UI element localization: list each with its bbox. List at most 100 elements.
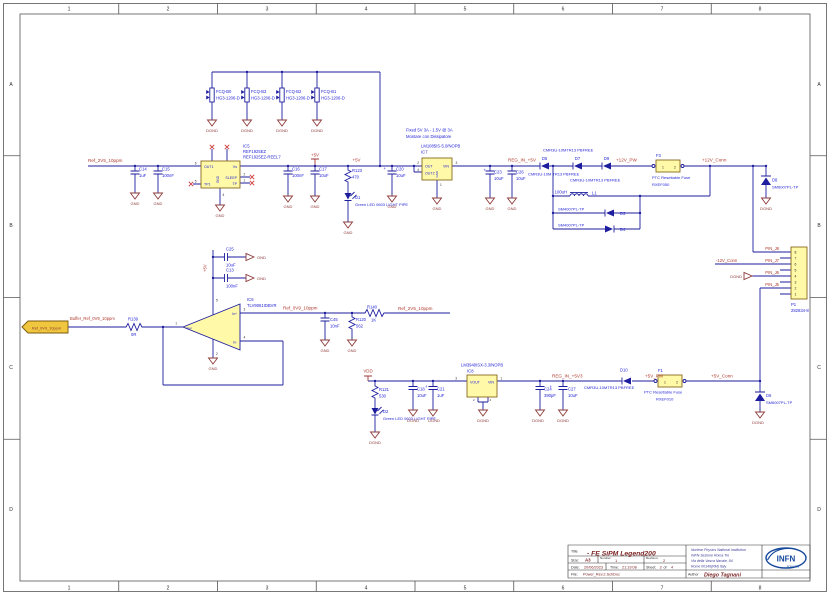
tb-number: 1 [615,558,618,563]
tb-file-label: File: [571,573,578,577]
c20-ref: C20 [396,167,404,172]
logo-infn-text: INFN [777,555,796,564]
net-ref2v5-left: Ref_2V5_10ppm [88,158,123,163]
p1-num-3: 3 [795,281,797,285]
d8-val: SM6007PL-TP [772,185,799,190]
net-12v-conn: +12V_Conn [702,158,727,163]
tb-date: 20/06/2023 [584,566,603,570]
d4-val: SM4007PL-TP [558,223,585,228]
net-buffer-ref: Buffer_Ref_0V9_10ppm [70,316,115,321]
resistors[interactable] [125,169,386,400]
c15-ref: C15 [162,167,170,172]
c14-ref: C14 [139,167,147,172]
gnd-c14: GND [131,201,140,206]
frame-row-right-c: C [817,365,821,371]
frame-row-right-b: B [817,223,821,229]
f3-num-1: 1 [662,165,664,169]
ic8-ref: IC8 [467,369,474,374]
ic7-pin-out: OUT [425,165,433,169]
c26-ref: C26 [516,170,524,175]
frame-col-top-6: 6 [562,7,565,13]
c17-val: 10uF [319,173,329,178]
net-pin-j5: PIN_J5 [765,282,779,287]
gnd-c16: GND [284,204,293,209]
tb-time-label: Time: [610,566,619,570]
ic7-num-3: 3 [456,161,458,165]
capacitors[interactable] [130,170,568,390]
sheet-border [3,3,827,592]
logo-infn-sub: ROMA TRE [787,566,800,569]
tb-org-2: INFN-Sezione Roma Tre [691,554,729,558]
tb-author-label: Author [688,573,699,577]
inductor-l1[interactable] [569,192,589,197]
c13-ref: C13 [226,268,234,273]
fb0-ref: FCQ-B0 [216,89,232,94]
ic7-pin-out2: OUT2 [425,172,435,176]
port-ref0v9: Ref_0V9_10ppm [32,325,61,330]
p1-num-8: 8 [795,251,797,255]
ic6-num-3: 3 [244,308,246,312]
connector-p1[interactable] [790,246,808,300]
net-5v-opamp: +5V [203,264,208,272]
frame-col-bot-5: 5 [464,586,467,592]
tb-revision: 2 [663,558,666,563]
frame-col-bot-7: 7 [661,586,664,592]
r123-val: 470 [352,175,360,180]
dgnd-fb0: DGND [206,128,218,133]
d10-ref: D10 [620,368,628,373]
fuse-f3[interactable] [651,159,685,173]
c24-val: 390pF [544,393,556,398]
tb-time: 21:19:08 [622,566,637,570]
frame-row-left-d: D [9,507,13,513]
cmr-d10: CMR3U-10MTR13 PBFREE [584,385,635,390]
d1-ref: D1 [355,195,361,200]
frame-row-right-d: D [817,507,821,513]
ic5-pin-gnd: GND [216,175,220,183]
frame-col-top-7: 7 [661,7,664,13]
ic7-val: LM1085IS-5.0/NOPB [421,144,461,149]
ic5-pin-vs: Vs [233,165,237,169]
d4-ref: D4 [620,227,626,232]
c27-plus: + [550,384,553,389]
f1-val1: PTC Resettable Fuse [644,390,683,395]
net-pin-j7: PIN_J7 [765,258,779,263]
c45-val: 10nF [330,324,340,329]
fb0-val: HG3-1206-D [216,96,240,101]
tb-date-label: Date: [571,566,580,570]
net-5v-wire: +5V [353,158,361,163]
gnd-c20: GND [388,204,397,209]
d6-val: SM6007PL-TP [766,400,793,405]
p1-num-2: 2 [795,287,797,291]
c21-val: 1uF [437,393,445,398]
p1-num-6: 6 [795,263,797,267]
tb-org-4: Rome 00146(RM) Italy [691,565,726,569]
ic8-pin-vin: VIN [488,381,494,385]
dgnd-d2: DGND [369,440,381,445]
c15-val: 100nF [162,173,174,178]
r121-val: 530 [379,394,387,399]
tb-org-1: Nuclear Physics National Institution [691,548,746,552]
tb-revision-label: Revision: [646,556,659,560]
c17-ref: C17 [319,167,327,172]
tb-file: Power_Rev.2.SchDoc [583,573,620,577]
ic5-num-1: 1 [244,179,246,183]
frame-col-top-8: 8 [759,7,762,13]
ic5-num-4: 4 [223,193,225,197]
ic5-val1: REF1925EZ [243,149,266,154]
ic7-pin-vin: VIN [443,165,449,169]
ic7-num-1: 1 [440,183,442,187]
c20-val: 10uF [396,173,406,178]
ic8-val: LM3940ISX-3.3/NOPB [461,363,503,368]
ic5-val2: REF1925EZ-REEL7 [243,155,281,160]
c21-ref: C21 [437,387,445,392]
net-m12v-conn: -12V_Conn [716,258,738,263]
r123-ref: R123 [352,168,363,173]
dgnd-fb2: DGND [276,128,288,133]
frame-col-top-3: 3 [266,7,269,13]
p1-num-1: 1 [795,293,797,297]
ic6-num-4: 4 [244,336,246,340]
tb-of: of [664,566,667,570]
c23-val: 10uF [494,176,504,181]
fb1-val: HG3-1206-D [321,96,345,101]
ic8-regulator-3v3[interactable] [466,374,498,398]
